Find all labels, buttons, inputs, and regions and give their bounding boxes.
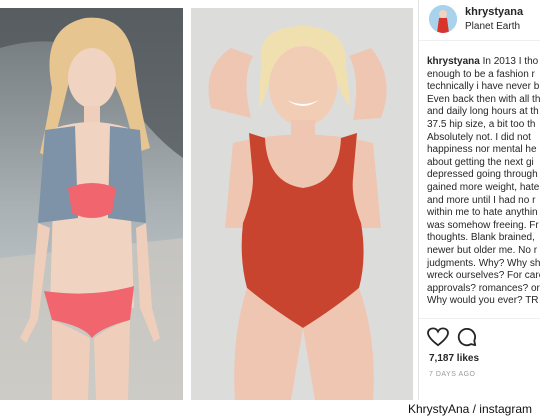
caption-line: newer but older me. No r [427, 244, 538, 256]
caption-line: enough to be a fashion r [427, 68, 535, 80]
caption-text: In 2013 I tho [479, 56, 539, 67]
caption-line: judgments. Why? Why sh [427, 257, 540, 269]
caption-line: within me to hate anythin [427, 207, 538, 219]
heart-icon[interactable] [427, 327, 449, 347]
post-time: 7 DAYS AGO [429, 371, 476, 378]
caption-line: wreck ourselves? For care [427, 270, 540, 282]
likes-count[interactable]: 7,187 likes [429, 353, 479, 364]
post-caption: khrystyana In 2013 I tho enough to be a … [427, 56, 540, 308]
avatar[interactable] [429, 5, 457, 33]
caption-line: and more until I had no r [427, 194, 536, 206]
caption-line: Why would you ever? TR [427, 295, 539, 307]
photo-after [191, 8, 413, 400]
caption-line: was somehow freeing. Fr [427, 219, 539, 231]
caption-line: and daily long hours at th [427, 106, 539, 118]
caption-line: thoughts. Blank brained, [427, 232, 535, 244]
post-header: khrystyana Planet Earth [419, 0, 540, 41]
caption-line: Even back then with all th [427, 93, 540, 105]
caption-line: depressed going through [427, 169, 538, 181]
post-location[interactable]: Planet Earth [465, 21, 520, 32]
caption-line: technically i have never b [427, 81, 540, 93]
caption-line: approvals? romances? or [427, 282, 540, 294]
caption-line: about getting the next gi [427, 156, 534, 168]
photo-before [0, 8, 183, 400]
caption-line: 37.5 hip size, a bit too th [427, 118, 536, 130]
post-actions: 7,187 likes 7 DAYS AGO [419, 318, 540, 399]
comment-icon[interactable] [457, 327, 477, 347]
caption-line: gained more weight, hate [427, 181, 540, 193]
caption-line: happiness nor mental he [427, 144, 537, 156]
post-username[interactable]: khrystyana [465, 6, 523, 18]
caption-username[interactable]: khrystyana [427, 56, 480, 67]
caption-line: khrystyana In 2013 I tho [427, 56, 540, 69]
caption-line: Absolutely not. I did not [427, 131, 531, 143]
instagram-post: khrystyana Planet Earth khrystyana In 20… [418, 0, 540, 400]
photo-credit: KhrystyAna / instagram [407, 402, 532, 416]
